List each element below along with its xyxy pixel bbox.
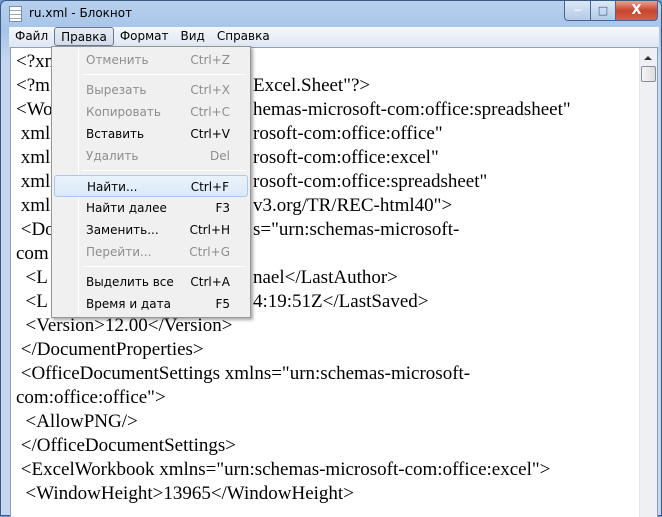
menu-item[interactable]: Вставить Ctrl+V: [54, 123, 248, 145]
text-line: <L: [16, 291, 48, 312]
window-title: ru.xml - Блокнот: [29, 6, 133, 20]
text-line-visible-part: 4:19:51Z</LastSaved>: [253, 291, 429, 312]
menu-file[interactable]: Файл: [9, 27, 54, 46]
menu-item[interactable]: Найти... Ctrl+F: [54, 175, 248, 197]
menu-item[interactable]: Заменить... Ctrl+H: [54, 219, 248, 241]
minimize-icon: ─: [574, 4, 581, 17]
menu-item-shortcut: Ctrl+A: [190, 275, 230, 289]
menu-view[interactable]: Вид: [175, 27, 211, 46]
menu-item-shortcut: Ctrl+H: [189, 223, 230, 237]
menu-item-shortcut: Del: [210, 149, 230, 163]
text-line-visible-part: rosoft-com:office:office": [253, 123, 443, 144]
maximize-button[interactable]: □: [590, 1, 616, 21]
menu-format[interactable]: Формат: [114, 27, 175, 46]
text-line-visible-part: v3.org/TR/REC-html40">: [253, 195, 453, 216]
text-line-visible-part: nael</LastAuthor>: [253, 267, 398, 288]
text-line: </OfficeDocumentSettings>: [16, 435, 237, 456]
menu-item-shortcut: F5: [215, 297, 230, 311]
menu-item-label: Вставить: [86, 127, 145, 141]
notepad-window: ru.xml - Блокнот ─ □ X Файл Правка Форма…: [0, 0, 662, 517]
maximize-icon: □: [597, 4, 609, 17]
menu-item[interactable]: Удалить Del: [54, 145, 248, 167]
text-line: <OfficeDocumentSettings xmlns="urn:schem…: [16, 363, 471, 384]
menu-item-shortcut: Ctrl+F: [190, 180, 229, 194]
text-line: <Wo: [16, 99, 53, 120]
vertical-scrollbar[interactable]: [639, 48, 657, 517]
text-line: <L: [16, 267, 48, 288]
text-line-visible-part: Excel.Sheet"?>: [253, 75, 371, 96]
menu-item-label: Выделить все: [86, 275, 174, 289]
menu-item[interactable]: Найти далее F3: [54, 197, 248, 219]
menu-item[interactable]: Копировать Ctrl+C: [54, 101, 248, 123]
text-line: com: [16, 243, 49, 264]
text-line: <ExcelWorkbook xmlns="urn:schemas-micros…: [16, 459, 551, 480]
text-line: <?xn: [16, 51, 55, 72]
text-line-visible-part: rosoft-com:office:excel": [253, 147, 439, 168]
menu-item-label: Удалить: [86, 149, 139, 163]
text-line: xml: [16, 195, 51, 216]
menu-separator: [82, 266, 246, 267]
menu-item-label: Найти...: [87, 180, 138, 194]
text-line: </DocumentProperties>: [16, 339, 204, 360]
title-bar[interactable]: ru.xml - Блокнот: [1, 1, 661, 27]
text-line: <AllowPNG/>: [16, 411, 138, 432]
menu-item-label: Отменить: [86, 53, 149, 67]
text-line-visible-part: s="urn:schemas-microsoft-: [253, 219, 460, 240]
menu-item-shortcut: F3: [215, 201, 230, 215]
menu-item[interactable]: Вырезать Ctrl+X: [54, 79, 248, 101]
menu-item-shortcut: Ctrl+V: [190, 127, 230, 141]
close-button[interactable]: X: [615, 1, 658, 21]
text-line: <Version>12.00</Version>: [16, 315, 233, 336]
menu-help[interactable]: Справка: [211, 27, 276, 46]
menu-item-label: Копировать: [86, 105, 161, 119]
text-line: <WindowHeight>13965</WindowHeight>: [16, 483, 354, 504]
close-icon: X: [631, 3, 642, 18]
text-line: xml: [16, 123, 51, 144]
menu-item-label: Заменить...: [86, 223, 159, 237]
scroll-up-icon[interactable]: [644, 56, 652, 60]
menu-item-shortcut: Ctrl+Z: [190, 53, 230, 67]
menu-item[interactable]: Перейти... Ctrl+G: [54, 241, 248, 263]
menu-item[interactable]: Отменить Ctrl+Z: [54, 49, 248, 71]
text-line: xml: [16, 171, 51, 192]
scroll-thumb[interactable]: [641, 66, 656, 82]
menu-bar: Файл Правка Формат Вид Справка: [9, 27, 659, 47]
text-line: <?m: [16, 75, 50, 96]
menu-item-label: Время и дата: [86, 297, 171, 311]
menu-item-label: Найти далее: [86, 201, 167, 215]
menu-separator: [82, 74, 246, 75]
text-line: <Do: [16, 219, 55, 240]
menu-item-label: Перейти...: [86, 245, 152, 259]
menu-item[interactable]: Выделить все Ctrl+A: [54, 271, 248, 293]
text-line-visible-part: rosoft-com:office:spreadsheet": [253, 171, 488, 192]
menu-separator: [82, 170, 246, 171]
menu-item-shortcut: Ctrl+C: [190, 105, 230, 119]
minimize-button[interactable]: ─: [564, 1, 591, 21]
menu-edit[interactable]: Правка: [54, 27, 114, 46]
menu-item-label: Вырезать: [86, 83, 147, 97]
menu-item-shortcut: Ctrl+G: [189, 245, 230, 259]
text-line-visible-part: hemas-microsoft-com:office:spreadsheet": [253, 99, 571, 120]
edit-menu-dropdown: Отменить Ctrl+Z Вырезать Ctrl+X Копировать Ct…: [51, 46, 251, 318]
menu-item-shortcut: Ctrl+X: [190, 83, 230, 97]
text-line: com:office:office">: [16, 387, 166, 408]
text-line: xml: [16, 147, 51, 168]
menu-item[interactable]: Время и дата F5: [54, 293, 248, 315]
notepad-icon: [9, 6, 22, 22]
